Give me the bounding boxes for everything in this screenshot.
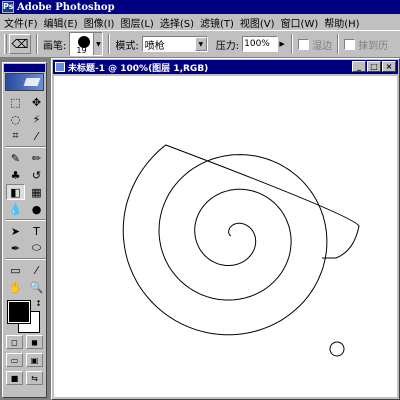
divider [6,258,46,260]
move-icon[interactable]: ✥ [27,94,46,110]
divider [291,34,294,54]
erase-history-option: 抹到历 [344,37,388,52]
standard-screen-icon[interactable]: ▭ [6,353,23,367]
toolbox: ⬚ ✥ ◌ ⚡ ⌗ ⁄ ✎ ✏ ♣ ↺ ◧ ▦ 💧 ● ➤ T ✒ ⬭ ▭ ⁄ … [2,62,47,398]
divider [36,34,38,54]
maximize-button[interactable]: □ [367,61,381,72]
slice-icon[interactable]: ⁄ [27,128,46,144]
brush-size: 19 [76,46,87,55]
shape-icon[interactable]: ⬭ [27,240,46,256]
magic-wand-icon[interactable]: ⚡ [27,111,46,127]
lasso-icon[interactable]: ◌ [6,111,25,127]
clone-stamp-icon[interactable]: ♣ [6,167,25,183]
brush-icon[interactable]: ✏ [27,150,46,166]
mode-label: 模式: [115,40,139,52]
crop-icon[interactable]: ⌗ [6,128,25,144]
tool-grid: ⬚ ✥ ◌ ⚡ ⌗ ⁄ ✎ ✏ ♣ ↺ ◧ ▦ 💧 ● ➤ T ✒ ⬭ ▭ ⁄ … [3,92,46,295]
brush-cursor [329,341,345,357]
menu-layer[interactable]: 图层(L) [117,15,156,30]
marquee-icon[interactable]: ⬚ [6,94,25,110]
hand-icon[interactable]: ✋ [6,279,25,295]
menu-window[interactable]: 窗口(W) [278,15,322,30]
swap-colors-icon[interactable]: ↕ [35,299,42,308]
photoshop-icon[interactable]: Ps [2,1,14,13]
full-screen-icon[interactable]: ■ [6,371,23,385]
drawing-layer [122,144,360,357]
jump-to-imageready-icon[interactable]: ⇆ [26,371,43,385]
gradient-icon[interactable]: ▦ [27,184,46,200]
options-grip[interactable] [4,34,7,54]
jump-row: ■ ⇆ [3,369,46,387]
spiral-stroke [122,144,360,336]
erase-history-checkbox[interactable] [344,38,356,50]
path-select-icon[interactable]: ➤ [6,223,25,239]
mode-select[interactable]: 喷枪 ▼ [141,36,208,52]
brush-picker[interactable]: 19 ▼ [69,32,104,56]
dodge-icon[interactable]: ● [27,201,46,217]
chevron-down-icon[interactable]: ▼ [194,37,207,51]
divider [6,146,46,148]
canvas[interactable] [54,76,397,397]
menu-filter[interactable]: 滤镜(T) [197,15,237,30]
workspace: ⬚ ✥ ◌ ⚡ ⌗ ⁄ ✎ ✏ ♣ ↺ ◧ ▦ 💧 ● ➤ T ✒ ⬭ ▭ ⁄ … [0,58,400,400]
divider [6,219,46,221]
divider [108,34,111,54]
document-icon [55,62,65,72]
zoom-icon[interactable]: 🔍 [27,279,46,295]
options-bar: ⌫ 画笔: 19 ▼ 模式: 喷枪 ▼ 压力: 100% ▶ 湿边 抹到历 [0,30,400,58]
blur-icon[interactable]: 💧 [6,201,25,217]
menu-view[interactable]: 视图(V) [237,15,278,30]
minimize-button[interactable]: _ [352,61,366,72]
menu-bar: 文件(F) 编辑(E) 图像(I) 图层(L) 选择(S) 滤镜(T) 视图(V… [0,14,400,30]
document-title: 未标题-1 @ 100%(图层 1,RGB) [68,63,209,74]
window-controls: _ □ × [352,61,396,72]
full-screen-menu-icon[interactable]: ▣ [26,353,43,367]
divider [337,34,340,54]
quick-mask-icon[interactable]: ◼ [26,335,43,349]
foreground-color[interactable] [7,300,31,324]
wet-edges-checkbox[interactable] [298,38,310,50]
standard-mode-icon[interactable]: ◻ [6,335,23,349]
menu-select[interactable]: 选择(S) [157,15,197,30]
wet-edges-label: 湿边 [312,40,333,52]
app-title-bar: Ps Adobe Photoshop [0,0,400,14]
document-window: 未标题-1 @ 100%(图层 1,RGB) _ □ × [51,58,400,400]
pen-icon[interactable]: ✒ [6,240,25,256]
eyedropper-icon[interactable]: ⁄ [27,262,46,278]
color-swatches: ↕ [6,299,43,333]
eraser-icon[interactable]: ⌫ [9,34,31,54]
eraser-icon[interactable]: ◧ [6,184,25,200]
triangle-right-icon[interactable]: ▶ [278,36,286,52]
pressure-label: 压力: [215,40,240,52]
adobe-online-button[interactable] [5,73,44,91]
type-icon[interactable]: T [27,223,46,239]
erase-history-label: 抹到历 [358,40,389,52]
chevron-down-icon[interactable]: ▼ [93,33,103,55]
brush-label: 画笔: [43,40,67,52]
notes-icon[interactable]: ▭ [6,262,25,278]
menu-help[interactable]: 帮助(H) [321,15,362,30]
history-brush-icon[interactable]: ↺ [27,167,46,183]
healing-brush-icon[interactable]: ✎ [6,150,25,166]
menu-file[interactable]: 文件(F) [0,15,41,30]
wet-edges-option: 湿边 [298,37,332,52]
screen-mode-row: ▭ ▣ [3,351,46,369]
mode-value: 喷枪 [144,40,165,52]
close-button[interactable]: × [382,61,396,72]
pressure-input[interactable]: 100% [242,36,279,52]
menu-edit[interactable]: 编辑(E) [41,15,81,30]
document-title-bar[interactable]: 未标题-1 @ 100%(图层 1,RGB) _ □ × [53,60,398,74]
toolbox-title-bar[interactable] [4,64,45,72]
mask-mode-row: ◻ ◼ [3,333,46,351]
app-title: Adobe Photoshop [17,1,115,13]
menu-image[interactable]: 图像(I) [81,15,118,30]
